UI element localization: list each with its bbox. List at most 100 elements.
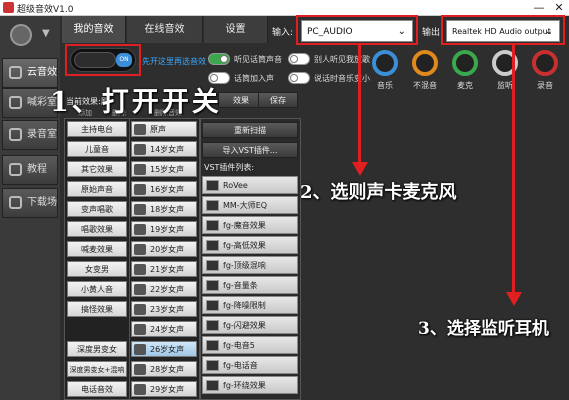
no-mix-knob[interactable] <box>412 50 438 76</box>
vst-item[interactable]: fg-高低效果 <box>202 236 298 254</box>
minimize-button[interactable]: — <box>530 1 548 15</box>
others-hear-music-switch[interactable] <box>288 53 310 65</box>
list-item[interactable]: 深度男变女 <box>67 341 127 357</box>
step2-annotation: 2、选则声卡麦克风 <box>300 182 457 203</box>
vst-item-label: fg-降噪限制 <box>223 301 266 310</box>
hear-mic-switch[interactable] <box>208 53 230 65</box>
tab-settings[interactable]: 设置 <box>204 16 268 43</box>
list-item[interactable]: 29岁女声 <box>131 381 197 397</box>
list-item[interactable]: 28岁女声 <box>131 361 197 377</box>
sidebar-item-downloads[interactable]: 下载场 <box>2 188 58 218</box>
list-item[interactable]: 喊麦效果 <box>67 241 127 257</box>
list-item[interactable]: 24岁女声 <box>131 321 197 337</box>
play-icon <box>134 164 146 175</box>
vst-item[interactable]: fg-降噪限制 <box>202 296 298 314</box>
vst-item-label: RoVee <box>223 181 248 190</box>
vst-item[interactable]: fg-电音5 <box>202 336 298 354</box>
mic-volume-knob[interactable] <box>452 50 478 76</box>
list-item[interactable]: 20岁女声 <box>131 241 197 257</box>
settings-gear-icon[interactable] <box>10 24 32 46</box>
plugin-icon <box>206 260 219 271</box>
list-item[interactable]: 其它效果 <box>67 161 127 177</box>
chevron-down-icon: ⌄ <box>544 26 553 37</box>
list-item-label: 14岁女声 <box>150 145 185 154</box>
list-item[interactable]: 23岁女声 <box>131 301 197 317</box>
vst-item[interactable]: RoVee <box>202 176 298 194</box>
plugin-icon <box>206 180 219 191</box>
list-item[interactable]: 搞怪效果 <box>67 301 127 317</box>
list-item-label: 19岁女声 <box>150 225 185 234</box>
plugin-icon <box>206 200 219 211</box>
vst-item[interactable]: MM-大师EQ <box>202 196 298 214</box>
book-icon <box>9 163 22 176</box>
list-item[interactable]: 21岁女声 <box>131 261 197 277</box>
sidebar-item-tutorial[interactable]: 教程 <box>2 155 58 185</box>
record-volume-knob[interactable] <box>532 50 558 76</box>
list-item[interactable]: 19岁女声 <box>131 221 197 237</box>
others-hear-music-label: 别人听见我放歌 <box>314 55 370 64</box>
duck-music-switch[interactable] <box>288 72 310 84</box>
list-item[interactable]: 小黄人音 <box>67 281 127 297</box>
list-item-selected[interactable]: 26岁女声 <box>131 341 197 357</box>
list-item-label: 15岁女声 <box>150 165 185 174</box>
chevron-down-icon: ⌄ <box>397 26 406 37</box>
list-item-label: 22岁女声 <box>150 285 185 294</box>
plugin-icon <box>206 360 219 371</box>
vst-item-label: fg-音量条 <box>223 281 258 290</box>
master-effect-toggle[interactable]: ON <box>70 48 136 72</box>
list-item[interactable]: 电话音效 <box>67 381 127 397</box>
vst-item[interactable]: fg-音量条 <box>202 276 298 294</box>
people-icon <box>9 96 22 109</box>
play-icon <box>134 184 146 195</box>
list-item-label: 16岁女声 <box>150 185 185 194</box>
sidebar-item-label: 云音效 <box>27 67 57 78</box>
output-label: 输出: <box>422 28 444 38</box>
sidebar-item-recording-studio[interactable]: 录音室 <box>2 120 58 150</box>
dropdown-arrow-icon[interactable]: ▼ <box>42 28 50 39</box>
list-item-label: 26岁女声 <box>150 345 185 354</box>
vst-item[interactable]: fg-环绕效果 <box>202 376 298 394</box>
list-item[interactable]: 14岁女声 <box>131 141 197 157</box>
list-item[interactable]: 女变男 <box>67 261 127 277</box>
switch-knob <box>290 55 298 63</box>
plugin-icon <box>206 300 219 311</box>
list-item[interactable]: 16岁女声 <box>131 181 197 197</box>
play-icon <box>134 244 146 255</box>
list-item[interactable]: 15岁女声 <box>131 161 197 177</box>
music-volume-knob[interactable] <box>372 50 398 76</box>
tab-online-effects[interactable]: 在线音效 <box>127 16 203 43</box>
input-device-select[interactable]: PC_AUDIO ⌄ <box>301 20 413 42</box>
microphone-icon <box>9 128 22 141</box>
list-item-label: 18岁女声 <box>150 205 185 214</box>
tab-my-effects[interactable]: 我的音效 <box>62 16 126 43</box>
output-device-select[interactable]: Realtek HD Audio output ⌄ <box>446 20 560 42</box>
list-item[interactable]: 变声唱歌 <box>67 201 127 217</box>
vst-item[interactable]: fg-闪避效果 <box>202 316 298 334</box>
music-knob-label: 音乐 <box>377 81 393 90</box>
import-vst-button[interactable]: 导入VST插件... <box>202 142 298 158</box>
hear-mic-label: 听见话筒声音 <box>234 55 282 64</box>
sidebar-item-label: 下载场 <box>27 197 57 208</box>
list-item[interactable]: 原声 <box>131 121 197 137</box>
rescan-button[interactable]: 重新扫描 <box>202 122 298 138</box>
vst-item[interactable]: fg-魔音效果 <box>202 216 298 234</box>
mic-knob-label: 麦克 <box>457 81 473 90</box>
list-item[interactable]: 主持电台 <box>67 121 127 137</box>
list-item[interactable]: 儿童音 <box>67 141 127 157</box>
vst-item[interactable]: fg-电话音 <box>202 356 298 374</box>
play-icon <box>134 224 146 235</box>
list-item[interactable]: 18岁女声 <box>131 201 197 217</box>
vst-item-label: fg-魔音效果 <box>223 221 266 230</box>
list-item[interactable]: 22岁女声 <box>131 281 197 297</box>
list-item[interactable]: 深度男变女+混响 <box>67 361 127 377</box>
arrow-line <box>358 45 361 165</box>
list-item[interactable]: 原始声音 <box>67 181 127 197</box>
play-icon <box>134 264 146 275</box>
vst-item-label: fg-电音5 <box>223 341 255 350</box>
list-item-label: 20岁女声 <box>150 245 185 254</box>
download-icon <box>9 196 22 209</box>
vst-item[interactable]: fg-顶级混响 <box>202 256 298 274</box>
list-item[interactable]: 唱歌效果 <box>67 221 127 237</box>
close-button[interactable]: ✕ <box>550 1 568 15</box>
save-button[interactable]: 保存 <box>258 92 298 108</box>
